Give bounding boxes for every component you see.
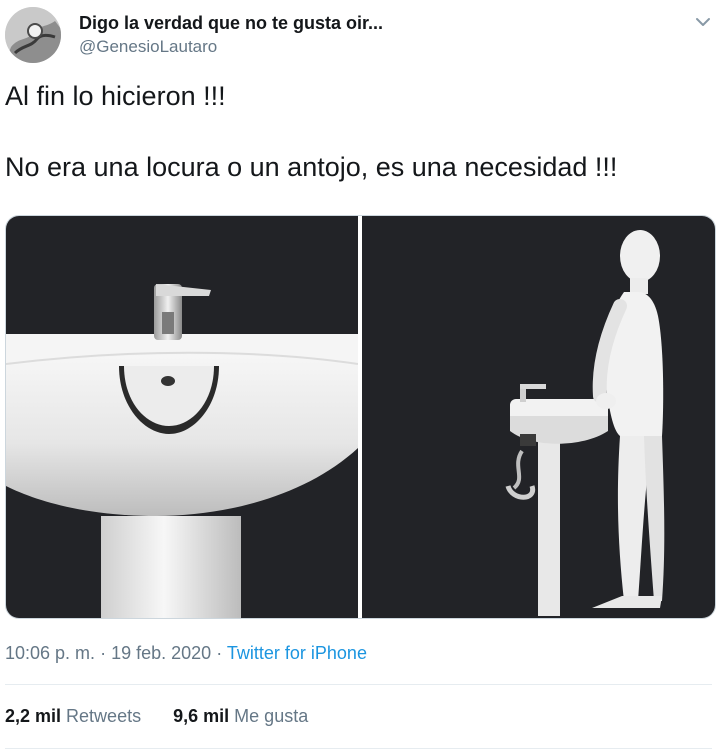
media-image-sink-closeup[interactable] — [6, 216, 359, 618]
likes-stat[interactable]: 9,6 mil Me gusta — [173, 706, 308, 726]
tweet-text-line-1: Al fin lo hicieron !!! — [5, 81, 226, 111]
likes-label: Me gusta — [234, 706, 309, 726]
author-names: Digo la verdad que no te gusta oir... @G… — [79, 12, 383, 58]
tweet-stats: 2,2 mil Retweets 9,6 mil Me gusta — [5, 704, 308, 728]
sink-closeup-illustration — [6, 284, 359, 618]
tweet-source-link[interactable]: Twitter for iPhone — [227, 643, 367, 663]
tweet-date[interactable]: 19 feb. 2020 — [111, 643, 211, 663]
media-image-mannequin-sink[interactable] — [362, 216, 715, 618]
divider — [5, 684, 712, 685]
retweets-label: Retweets — [66, 706, 142, 726]
likes-count: 9,6 mil — [173, 706, 230, 726]
tweet-time[interactable]: 10:06 p. m. — [5, 643, 95, 663]
display-name[interactable]: Digo la verdad que no te gusta oir... — [79, 12, 383, 34]
tweet-text: Al fin lo hicieron !!! No era una locura… — [5, 78, 705, 185]
avatar-hand-gesture-icon — [5, 7, 61, 63]
meta-separator: · — [216, 643, 223, 663]
mannequin-sink-illustration — [505, 230, 665, 616]
media-grid — [5, 215, 716, 619]
tweet-text-line-2: No era una locura o un antojo, es una ne… — [5, 152, 618, 182]
retweets-count: 2,2 mil — [5, 706, 62, 726]
meta-separator: · — [100, 643, 107, 663]
divider — [5, 748, 712, 749]
chevron-down-icon[interactable] — [693, 12, 713, 32]
avatar[interactable] — [5, 7, 61, 63]
user-handle[interactable]: @GenesioLautaro — [79, 36, 383, 58]
tweet-meta: 10:06 p. m. · 19 feb. 2020 · Twitter for… — [5, 641, 367, 665]
tweet-header: Digo la verdad que no te gusta oir... @G… — [5, 7, 718, 63]
retweets-stat[interactable]: 2,2 mil Retweets — [5, 706, 141, 726]
